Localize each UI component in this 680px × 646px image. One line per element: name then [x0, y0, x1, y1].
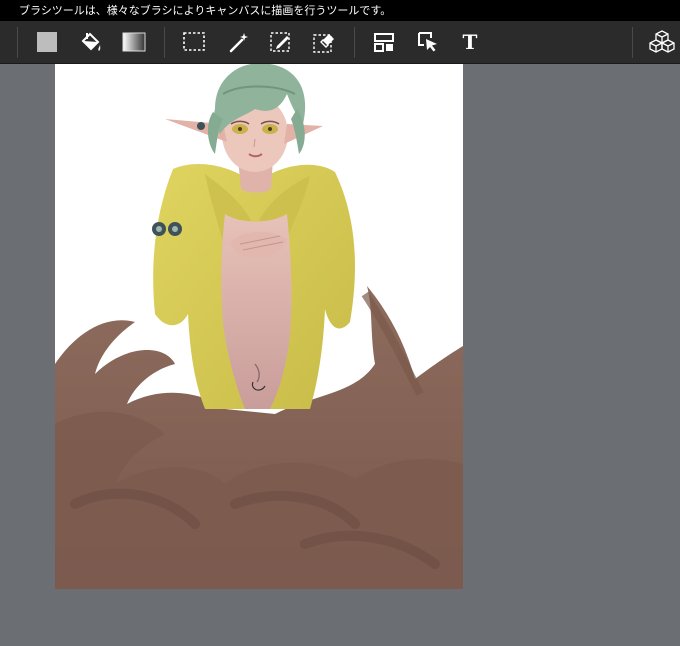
toolbar-separator — [354, 27, 355, 58]
magic-wand-tool[interactable] — [224, 27, 254, 57]
toolbar-separator — [632, 27, 633, 58]
bucket-tool[interactable] — [76, 27, 106, 57]
layout-icon — [372, 31, 396, 53]
status-bar: ブラシツールは、様々なブラシによりキャンバスに描画を行うツールです。 — [0, 0, 680, 21]
paint-bucket-icon — [79, 30, 103, 54]
toolbar: T — [0, 21, 680, 64]
gradient-icon — [122, 31, 146, 53]
square-swatch-icon — [36, 31, 58, 53]
operation-tool[interactable] — [413, 27, 443, 57]
layout-tool[interactable] — [369, 27, 399, 57]
selection-pen-icon — [269, 30, 293, 54]
toolbar-separator — [17, 27, 18, 58]
fill-color-tool[interactable] — [32, 27, 62, 57]
operation-arrow-icon — [416, 30, 440, 54]
rect-select-tool[interactable] — [179, 27, 209, 57]
toolbar-separator — [164, 27, 165, 58]
text-tool[interactable]: T — [455, 27, 485, 57]
tool-hint-text: ブラシツールは、様々なブラシによりキャンバスに描画を行うツールです。 — [19, 4, 392, 17]
selection-eraser-icon — [312, 30, 336, 54]
selection-eraser-tool[interactable] — [309, 27, 339, 57]
artwork-illustration — [55, 64, 463, 589]
3d-tool[interactable] — [647, 27, 677, 57]
selection-pen-tool[interactable] — [266, 27, 296, 57]
text-icon: T — [462, 30, 478, 54]
marquee-select-icon — [182, 31, 206, 53]
magic-wand-icon — [227, 30, 251, 54]
drawing-canvas[interactable] — [55, 64, 463, 589]
gradient-tool[interactable] — [119, 27, 149, 57]
cubes-icon — [648, 29, 676, 55]
